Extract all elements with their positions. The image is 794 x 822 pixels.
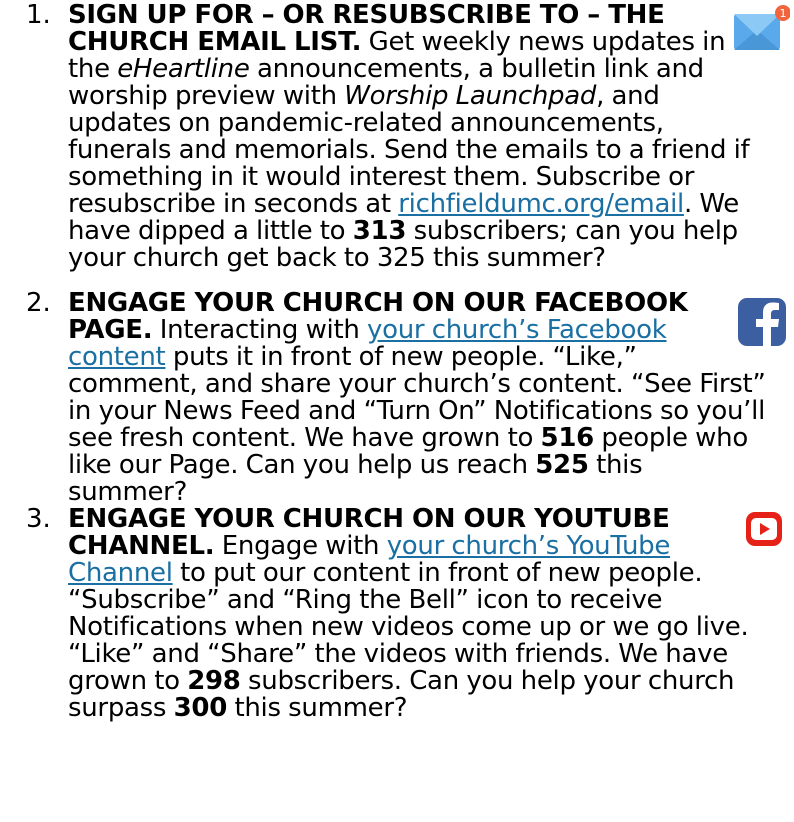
facebook-icon	[738, 298, 786, 346]
email-link[interactable]: richfieldumc.org/email	[398, 189, 684, 219]
worship-name: Worship Launchpad	[344, 81, 597, 111]
newsletter-name: eHeartline	[117, 54, 250, 84]
youtube-icon	[746, 512, 782, 546]
item-number: 3.	[26, 504, 51, 534]
item-number: 2.	[26, 288, 51, 318]
email-icon: 1	[734, 5, 790, 50]
item-text: SIGN UP FOR – OR RESUBSCRIBE TO – THE CH…	[68, 0, 750, 273]
item-text: ENGAGE YOUR CHURCH ON OUR YOUTUBE CHANNE…	[68, 504, 749, 723]
subscriber-goal: 300	[173, 693, 228, 723]
like-goal: 525	[535, 450, 589, 480]
subscriber-count: 298	[187, 666, 241, 696]
item-number: 1.	[26, 0, 51, 30]
subscriber-count: 313	[352, 216, 407, 246]
badge-count: 1	[780, 7, 787, 20]
item-text: ENGAGE YOUR CHURCH ON OUR FACEBOOK PAGE.…	[68, 288, 766, 507]
like-count: 516	[540, 423, 595, 453]
